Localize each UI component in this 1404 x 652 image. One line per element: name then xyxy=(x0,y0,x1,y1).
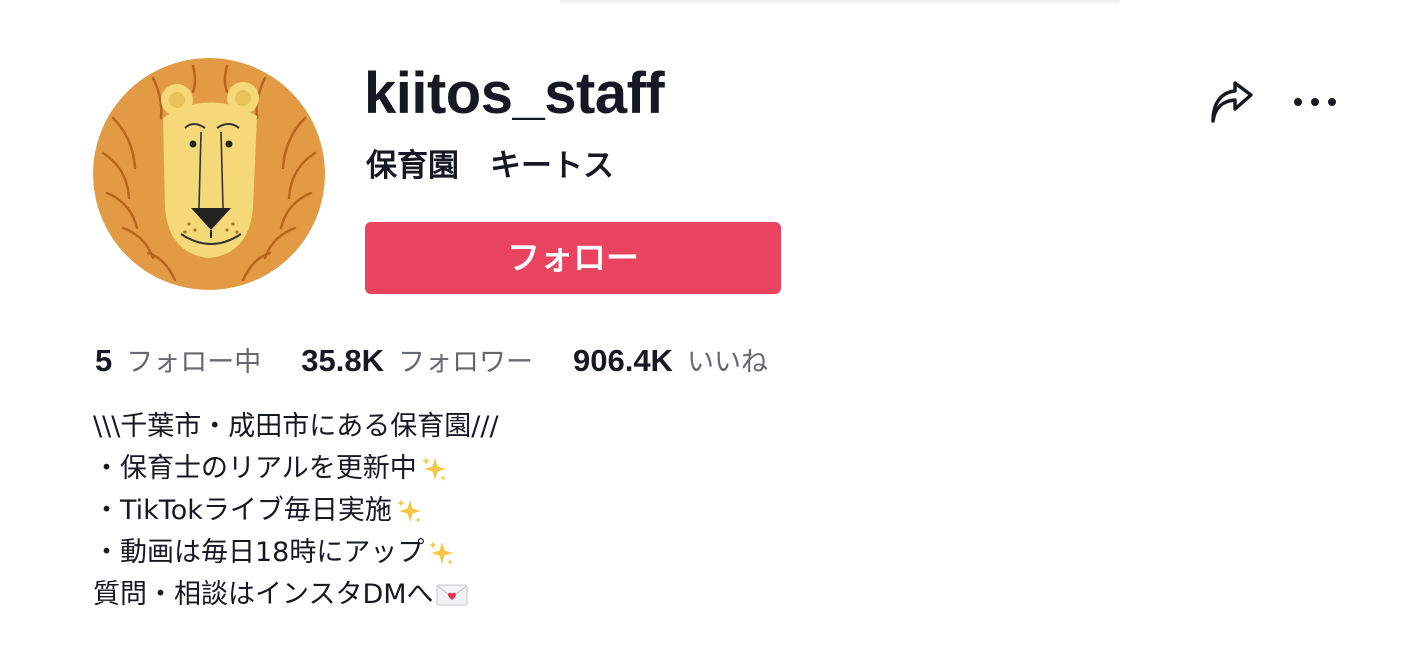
sparkles-icon xyxy=(429,541,454,565)
followers-count: 35.8K xyxy=(301,343,384,378)
share-button[interactable] xyxy=(1204,78,1258,128)
avatar[interactable] xyxy=(93,58,325,290)
nickname: 保育園 キートス xyxy=(366,148,614,184)
following-label: フォロー中 xyxy=(126,347,262,378)
followers-stat[interactable]: 35.8K フォロワー xyxy=(301,340,533,379)
bio-line: 質問・相談はインスタDMへ xyxy=(93,574,499,616)
bio-line: \\\千葉市・成田市にある保育園/// xyxy=(93,406,499,448)
bio-line-text: \\\千葉市・成田市にある保育園/// xyxy=(93,411,499,442)
username: kiitos_staff xyxy=(364,61,665,126)
bio-line-text: ・保育士のリアルを更新中 xyxy=(93,453,417,484)
likes-label: いいね xyxy=(686,347,768,378)
following-count: 5 xyxy=(95,343,113,378)
bio-line-text: ・動画は毎日18時にアップ xyxy=(93,537,425,568)
bio-line: ・TikTokライブ毎日実施 xyxy=(93,490,499,532)
more-options-button[interactable] xyxy=(1288,80,1342,124)
lion-avatar-image xyxy=(93,58,325,290)
more-horizontal-icon xyxy=(1294,98,1336,106)
follow-button[interactable]: フォロー xyxy=(365,222,781,294)
love-letter-icon xyxy=(436,584,468,606)
bio-line: ・動画は毎日18時にアップ xyxy=(93,532,499,574)
sparkles-icon xyxy=(396,499,421,523)
share-arrow-icon xyxy=(1211,81,1253,123)
sparkles-icon xyxy=(421,457,446,481)
likes-count: 906.4K xyxy=(572,343,673,378)
followers-label: フォロワー xyxy=(397,347,533,378)
top-edge-shadow xyxy=(560,0,1120,6)
bio-line: ・保育士のリアルを更新中 xyxy=(93,448,499,490)
likes-stat: 906.4K いいね xyxy=(573,340,768,379)
profile-stats: 5 フォロー中 35.8K フォロワー 906.4K いいね xyxy=(95,340,768,386)
bio-line-text: 質問・相談はインスタDMへ xyxy=(93,579,434,610)
following-stat[interactable]: 5 フォロー中 xyxy=(95,340,261,379)
bio: \\\千葉市・成田市にある保育園/// ・保育士のリアルを更新中 ・TikTok… xyxy=(93,406,499,616)
bio-line-text: ・TikTokライブ毎日実施 xyxy=(93,495,392,526)
